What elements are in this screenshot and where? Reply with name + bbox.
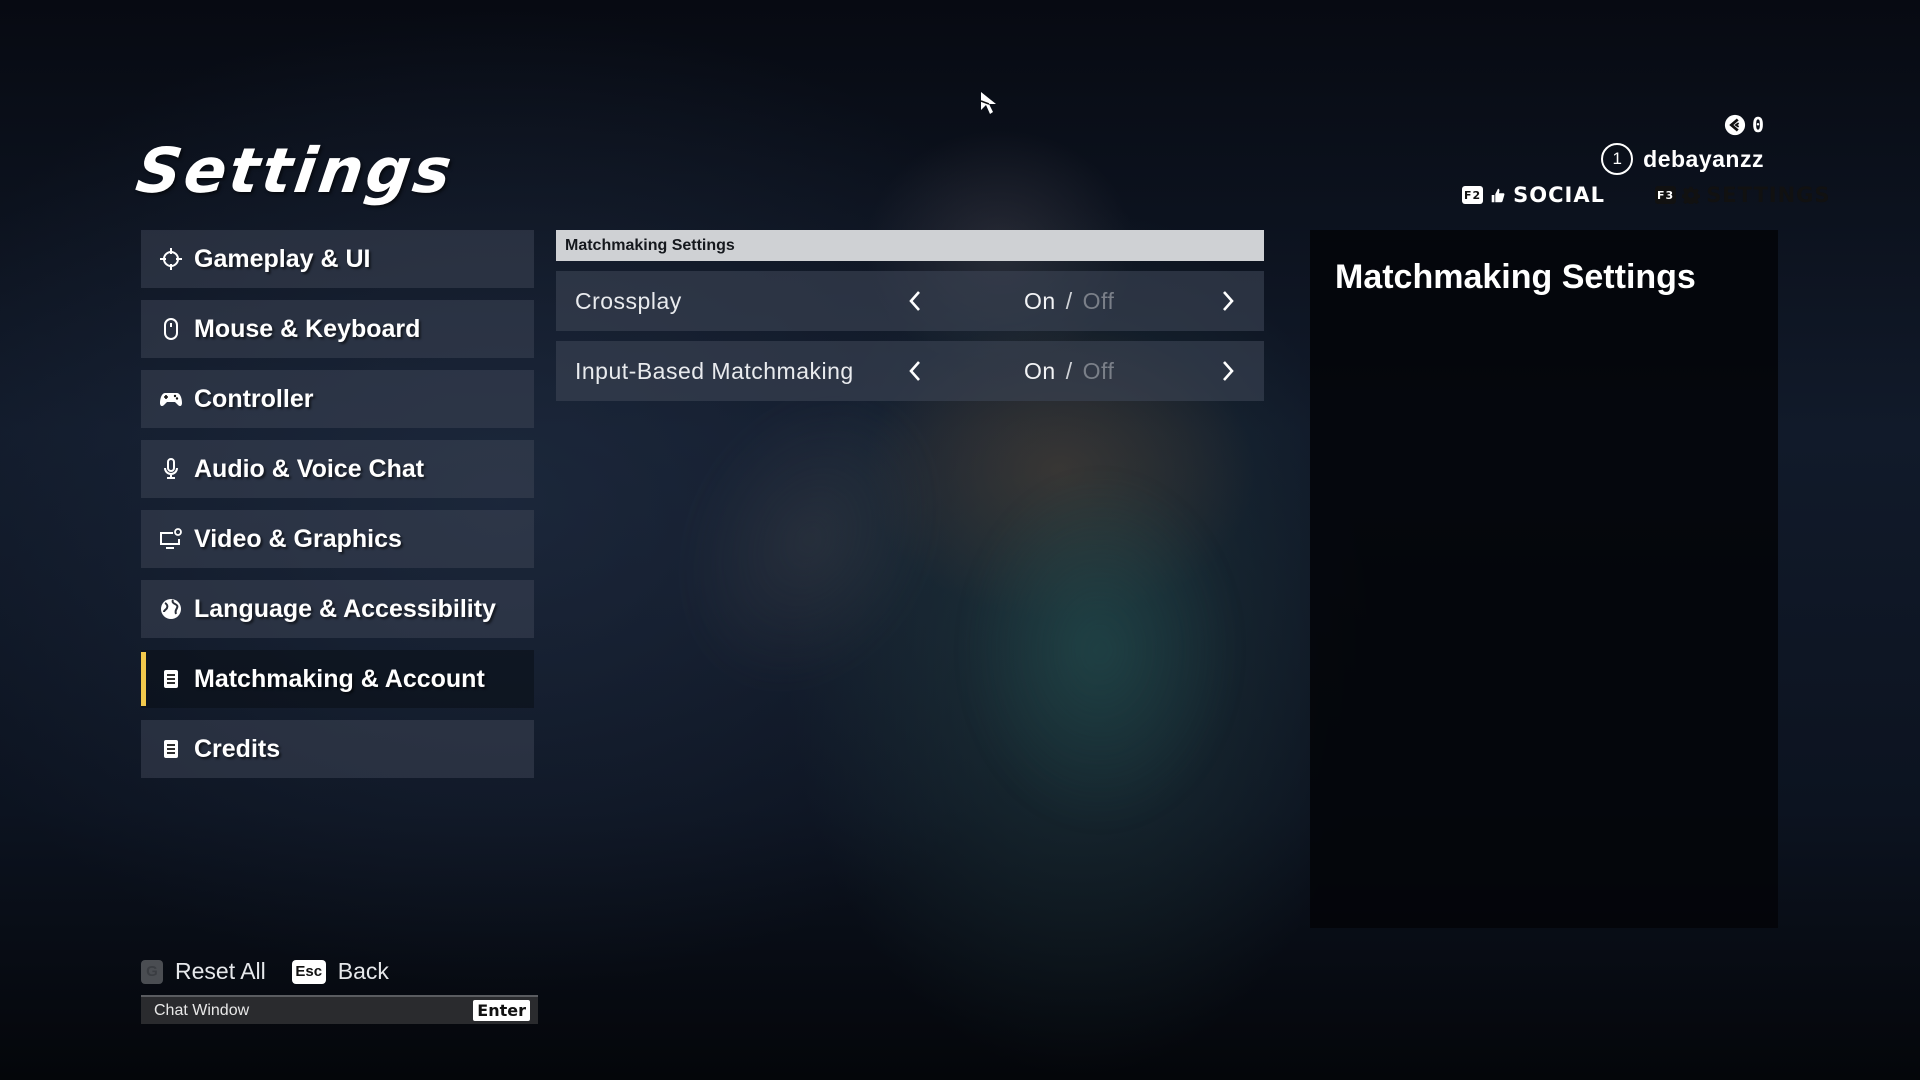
option-value: On / Off xyxy=(1024,358,1114,385)
sidebar-item-label: Video & Graphics xyxy=(194,524,402,553)
sidebar-item-label: Mouse & Keyboard xyxy=(194,314,421,343)
option-separator: / xyxy=(1065,357,1073,384)
top-nav-tabs: F2 SOCIAL F3 SETTINGS xyxy=(1462,179,1869,211)
microphone-icon xyxy=(158,456,184,482)
option-separator: / xyxy=(1065,287,1073,314)
social-hand-icon xyxy=(1491,188,1505,203)
setting-row-crossplay[interactable]: Crossplay On / Off xyxy=(556,271,1264,331)
option-off: Off xyxy=(1082,357,1115,384)
footer-actions: G Reset All Esc Back xyxy=(141,958,389,985)
key-hint-esc: Esc xyxy=(291,959,326,984)
crosshair-icon xyxy=(158,246,184,272)
sidebar-item-label: Gameplay & UI xyxy=(194,244,371,273)
setting-label: Crossplay xyxy=(575,287,682,314)
info-panel: Matchmaking Settings xyxy=(1310,230,1778,928)
sidebar-item-mouse-keyboard[interactable]: Mouse & Keyboard xyxy=(141,300,534,358)
sidebar-item-label: Controller xyxy=(194,384,314,413)
chevron-right-icon xyxy=(1223,361,1234,381)
key-hint-enter: Enter xyxy=(473,1000,530,1021)
sidebar-item-credits[interactable]: Credits xyxy=(141,720,534,778)
sidebar-item-label: Audio & Voice Chat xyxy=(194,454,425,483)
sidebar-item-audio-voice-chat[interactable]: Audio & Voice Chat xyxy=(141,440,534,498)
username: debayanzz xyxy=(1643,145,1764,172)
sidebar-item-language-accessibility[interactable]: Language & Accessibility xyxy=(141,580,534,638)
sidebar-item-gameplay-ui[interactable]: Gameplay & UI xyxy=(141,230,534,288)
key-hint-f3: F3 xyxy=(1655,186,1677,204)
currency-amount: 0 xyxy=(1751,113,1764,137)
option-next-button[interactable] xyxy=(1214,351,1242,391)
sidebar-item-matchmaking-account[interactable]: Matchmaking & Account xyxy=(141,650,534,708)
key-hint-f2: F2 xyxy=(1462,186,1484,204)
currency-coin-icon xyxy=(1724,114,1746,136)
option-prev-button[interactable] xyxy=(901,351,929,391)
sidebar-item-controller[interactable]: Controller xyxy=(141,370,534,428)
chevron-left-icon xyxy=(909,361,920,381)
option-on: On xyxy=(1024,357,1056,384)
tab-settings[interactable]: F3 SETTINGS xyxy=(1619,179,1869,211)
sidebar-item-label: Matchmaking & Account xyxy=(194,664,485,693)
reset-all-button[interactable]: G Reset All xyxy=(141,958,266,985)
chevron-right-icon xyxy=(1223,291,1234,311)
gamepad-icon xyxy=(158,386,184,412)
chevron-left-icon xyxy=(909,291,920,311)
option-off: Off xyxy=(1082,287,1115,314)
sidebar-item-video-graphics[interactable]: Video & Graphics xyxy=(141,510,534,568)
back-button[interactable]: Esc Back xyxy=(280,958,389,985)
globe-icon xyxy=(158,596,184,622)
background-figure-arm xyxy=(628,342,992,738)
monitor-gear-icon xyxy=(158,526,184,552)
option-prev-button[interactable] xyxy=(901,281,929,321)
key-hint-g: G xyxy=(141,959,163,984)
section-header: Matchmaking Settings xyxy=(556,230,1264,261)
document-list-icon xyxy=(158,666,184,692)
sidebar-item-label: Language & Accessibility xyxy=(194,594,496,623)
option-on: On xyxy=(1024,287,1056,314)
chat-window-label: Chat Window xyxy=(154,1001,250,1019)
settings-content: Matchmaking Settings Crossplay On / Off … xyxy=(556,230,1264,401)
gear-icon xyxy=(1682,186,1701,204)
tab-social-label: SOCIAL xyxy=(1513,183,1606,207)
settings-sidebar: Gameplay & UI Mouse & Keyboard Controlle… xyxy=(141,230,534,790)
back-label: Back xyxy=(337,958,389,984)
setting-label: Input-Based Matchmaking xyxy=(575,357,854,384)
currency-display: 0 xyxy=(1724,113,1764,137)
info-panel-title: Matchmaking Settings xyxy=(1335,258,1696,296)
page-title: Settings xyxy=(131,134,459,207)
chat-window-input[interactable]: Chat Window Enter xyxy=(141,995,538,1024)
tab-social[interactable]: F2 SOCIAL xyxy=(1462,179,1619,211)
tab-settings-label: SETTINGS xyxy=(1706,183,1831,207)
option-value: On / Off xyxy=(1024,288,1114,315)
background-figure-body xyxy=(960,470,1240,830)
user-profile[interactable]: 1 debayanzz xyxy=(1601,143,1764,175)
mouse-cursor-icon xyxy=(980,92,996,114)
option-next-button[interactable] xyxy=(1214,281,1242,321)
sidebar-item-label: Credits xyxy=(194,734,281,763)
document-list-icon xyxy=(158,736,184,762)
mouse-icon xyxy=(158,316,184,342)
reset-all-label: Reset All xyxy=(175,958,266,984)
setting-row-input-based-matchmaking[interactable]: Input-Based Matchmaking On / Off xyxy=(556,341,1264,401)
user-level-badge: 1 xyxy=(1601,143,1634,175)
